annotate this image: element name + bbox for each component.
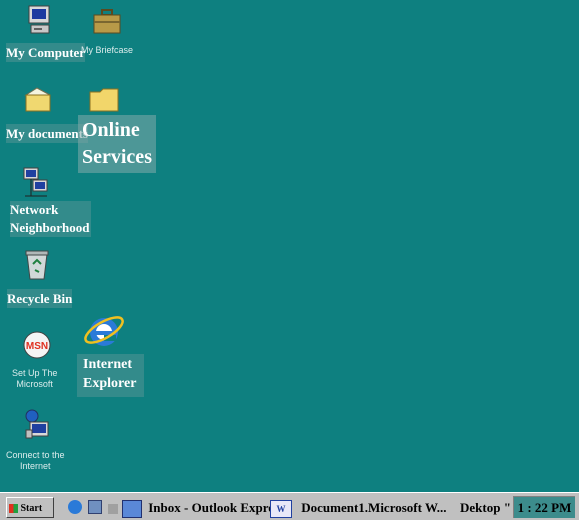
desktop-icon-recycle-bin[interactable]: Recycle Bin xyxy=(0,246,80,308)
network-line-1: Network xyxy=(10,202,59,217)
msn-line-1: Set Up The xyxy=(12,368,58,378)
online-services-line-2: Services xyxy=(82,146,152,168)
desktop-icon-label: Recycle Bin xyxy=(7,289,73,308)
documents-folder-icon xyxy=(24,87,51,112)
ie-line-1: Internet xyxy=(83,357,132,372)
toolbar-chevron-icon: " xyxy=(503,500,511,515)
desktop-icon-label: My Computer xyxy=(6,43,86,62)
desktop: My Computer My Briefcase My documents On… xyxy=(0,0,579,492)
quick-launch xyxy=(64,498,124,518)
msn-line-2: Microsoft xyxy=(16,379,53,389)
folder-icon xyxy=(89,88,119,112)
recycle-bin-icon xyxy=(25,250,49,280)
internet-explorer-quicklaunch-icon[interactable] xyxy=(68,500,82,514)
start-label: Start xyxy=(20,503,43,514)
desktop-toolbar-label: Dektop xyxy=(460,500,501,515)
system-tray-clock[interactable]: 1 : 22 PM xyxy=(513,496,575,518)
taskbar: Start Inbox - Outlook Express W Document… xyxy=(0,492,579,520)
ie-line-2: Explorer xyxy=(83,376,137,391)
connect-line-1: Connect to the xyxy=(6,450,65,460)
desktop-icon-label: Network Neighborhood xyxy=(10,201,92,237)
outlook-express-icon xyxy=(122,500,142,519)
desktop-icon-my-briefcase[interactable]: My Briefcase xyxy=(80,0,140,66)
desktop-icon-online-services[interactable]: Online Services xyxy=(78,84,168,174)
desktop-icon-label: My documents xyxy=(6,124,88,143)
network-icon xyxy=(23,167,48,197)
desktop-icon-internet-explorer[interactable]: Internet Explorer xyxy=(74,306,145,402)
desktop-icon-msn-setup[interactable]: MSN Set Up The Microsoft xyxy=(0,328,76,398)
computer-icon xyxy=(28,5,50,34)
taskbar-inbox-label: Inbox - Outlook Express xyxy=(148,500,285,515)
taskbar-button-inbox[interactable]: Inbox - Outlook Express xyxy=(122,497,284,519)
start-button[interactable]: Start xyxy=(6,497,54,518)
desktop-icon-label: Internet Explorer xyxy=(77,354,145,397)
desktop-icon-label: My Briefcase xyxy=(81,45,134,55)
connect-line-2: Internet xyxy=(20,461,51,471)
briefcase-icon xyxy=(93,9,121,34)
desktop-icon-my-documents[interactable]: My documents xyxy=(0,84,88,144)
desktop-icon-label: Connect to the Internet xyxy=(6,450,65,472)
taskbar-button-word[interactable]: W Document1.Microsoft W... xyxy=(270,497,447,519)
desktop-icon-my-computer[interactable]: My Computer xyxy=(0,0,86,66)
word-document-icon: W xyxy=(270,500,292,519)
msn-icon: MSN xyxy=(23,331,51,359)
online-services-line-1: Online xyxy=(82,119,140,141)
taskbar-word-label: Document1.Microsoft W... xyxy=(301,500,447,515)
svg-text:MSN: MSN xyxy=(26,341,48,352)
windows-logo-icon xyxy=(9,504,18,514)
desktop-toolbar[interactable]: Dektop " xyxy=(460,497,511,518)
desktop-icon-network-neighborhood[interactable]: Network Neighborhood xyxy=(0,164,92,240)
desktop-icon-label: Set Up The Microsoft xyxy=(12,368,57,390)
desktop-icon-connect-internet[interactable]: Connect to the Internet xyxy=(0,406,76,480)
outlook-quicklaunch-icon[interactable] xyxy=(88,500,102,514)
network-line-2: Neighborhood xyxy=(10,220,90,235)
show-desktop-icon[interactable] xyxy=(108,504,118,514)
internet-explorer-icon xyxy=(84,316,124,346)
connect-internet-icon xyxy=(25,409,49,439)
